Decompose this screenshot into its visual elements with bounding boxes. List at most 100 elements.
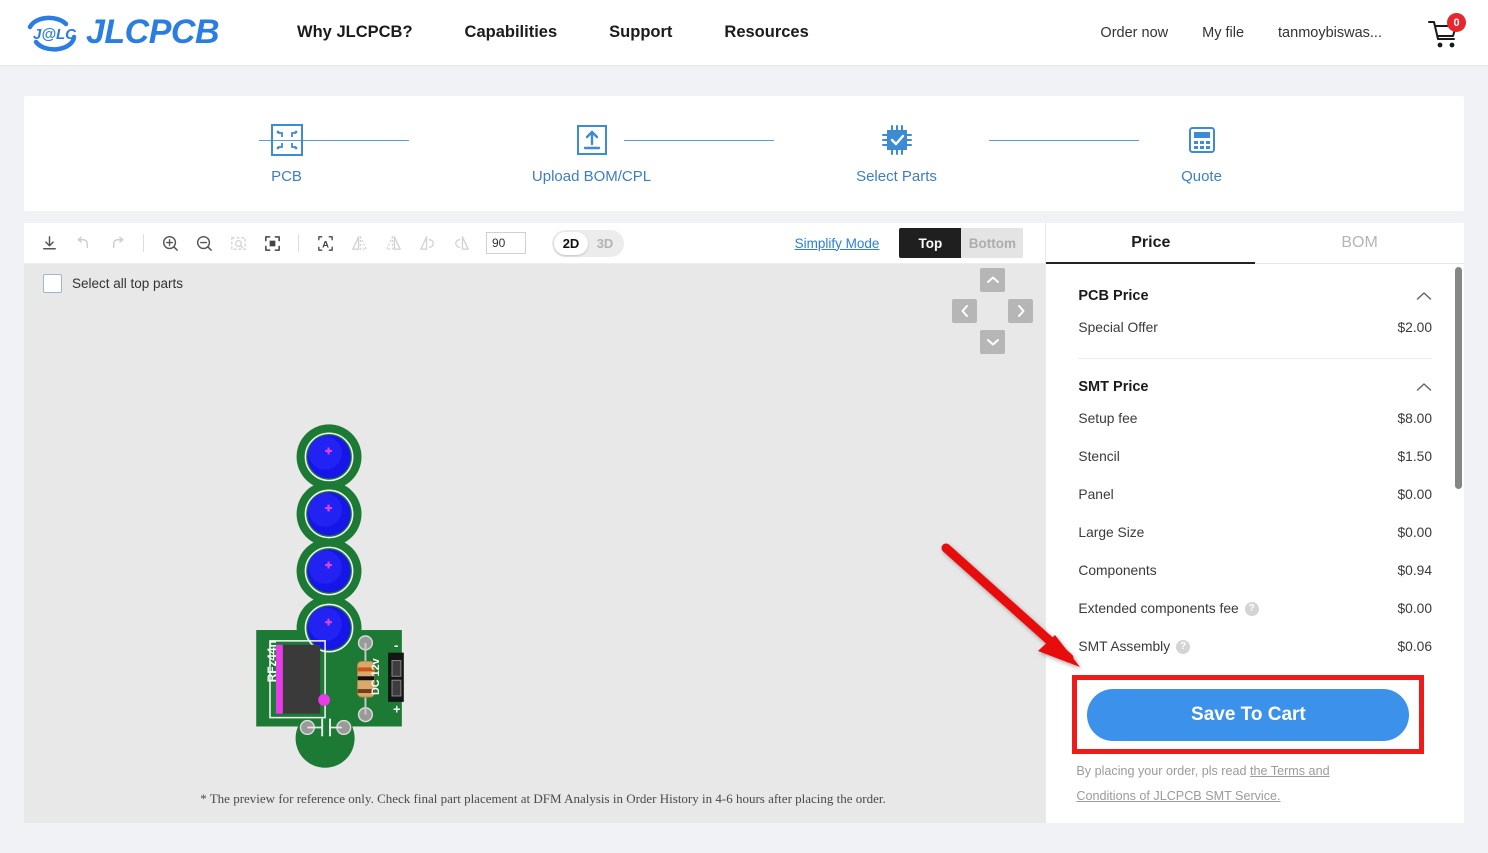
price-panel-body: PCB Price Special Offer $2.00 SMT Price … (1046, 264, 1464, 823)
price-label-stencil: Stencil (1078, 449, 1120, 464)
fit-screen-icon[interactable] (255, 228, 289, 258)
price-group-pcb-title: PCB Price (1078, 288, 1149, 304)
silkscreen-mosfet-label: RFz44n (265, 640, 279, 682)
price-panel-scrollbar[interactable] (1455, 267, 1462, 489)
pan-up-icon[interactable] (980, 268, 1005, 292)
svg-text:J@LC: J@LC (33, 26, 77, 43)
price-row-stencil: Stencil $1.50 (1078, 449, 1432, 464)
upload-icon (576, 124, 607, 155)
rotate-ccw-icon[interactable] (410, 228, 444, 258)
price-label-panel: Panel (1078, 487, 1114, 502)
rotate-cw-icon[interactable] (444, 228, 478, 258)
tab-bom[interactable]: BOM (1255, 223, 1464, 263)
price-value-smt-assembly: $0.06 (1397, 639, 1432, 654)
site-header: J@LC JLCPCB Why JLCPCB? Capabilities Sup… (0, 0, 1488, 66)
jlc-logo-icon: J@LC (27, 15, 77, 52)
price-row-special-offer: Special Offer $2.00 (1078, 320, 1432, 335)
nav-item-account[interactable]: tanmoybiswas... (1278, 25, 1382, 41)
rotation-input[interactable] (486, 232, 526, 254)
tab-price[interactable]: Price (1046, 223, 1256, 264)
download-icon[interactable] (32, 228, 66, 258)
step-select-parts[interactable]: Select Parts (744, 123, 1049, 185)
terms-notice: By placing your order, pls read the Term… (1076, 759, 1376, 809)
zoom-area-icon[interactable] (221, 228, 255, 258)
header-right-nav: Order now My file tanmoybiswas... 0 (1100, 0, 1466, 66)
chevron-up-icon[interactable] (1416, 382, 1432, 392)
step-quote[interactable]: Quote (1049, 123, 1354, 185)
select-all-top-parts[interactable]: Select all top parts (43, 274, 183, 293)
zoom-in-icon[interactable] (153, 228, 187, 258)
step-label-upload: Upload BOM/CPL (531, 167, 652, 185)
help-icon[interactable]: ? (1244, 601, 1259, 616)
chevron-up-icon[interactable] (1416, 291, 1432, 301)
preview-toolbar: A 2D 3D Simplify Mode Top Botto (24, 223, 1046, 264)
silkscreen-dc-label: DC 12v (370, 658, 382, 695)
calculator-icon (1188, 126, 1215, 153)
price-label-large-size: Large Size (1078, 525, 1145, 540)
save-to-cart-highlight: Save To Cart (1072, 675, 1425, 754)
cart-button[interactable]: 0 (1422, 13, 1466, 53)
logo-text: JLCPCB (86, 13, 220, 51)
price-group-smt-header[interactable]: SMT Price (1078, 379, 1432, 395)
flip-vertical-icon[interactable] (376, 228, 410, 258)
price-breakdown: PCB Price Special Offer $2.00 SMT Price … (1048, 264, 1462, 654)
price-row-setup-fee: Setup fee $8.00 (1078, 411, 1432, 426)
pan-down-icon[interactable] (980, 330, 1005, 354)
price-value-setup-fee: $8.00 (1397, 411, 1432, 426)
nav-item-order-now[interactable]: Order now (1100, 25, 1168, 41)
pcb-board-icon (270, 123, 303, 156)
undo-icon[interactable] (66, 228, 100, 258)
nav-item-resources[interactable]: Resources (724, 23, 808, 42)
save-to-cart-button[interactable]: Save To Cart (1087, 688, 1410, 741)
dimension-option-3d[interactable]: 3D (588, 232, 622, 255)
price-panel: Price BOM PCB Price Special Offer $2.00 … (1046, 223, 1464, 823)
pcb-preview-canvas[interactable]: Select all top parts RFz44n DC 12v - + *… (24, 264, 1046, 823)
price-label-setup-fee: Setup fee (1078, 411, 1138, 426)
price-value-panel: $0.00 (1397, 487, 1432, 502)
board-side-toggle: Top Bottom (899, 228, 1024, 258)
price-row-smt-assembly: SMT Assembly ? $0.06 (1078, 639, 1432, 654)
nav-item-capabilities[interactable]: Capabilities (465, 23, 558, 42)
redo-icon[interactable] (100, 228, 134, 258)
step-pcb[interactable]: PCB (134, 123, 439, 185)
price-row-extended-components-fee: Extended components fee ? $0.00 (1078, 601, 1432, 616)
price-bom-tabs: Price BOM (1046, 223, 1464, 264)
nav-item-support[interactable]: Support (609, 23, 672, 42)
workspace: A 2D 3D Simplify Mode Top Botto (24, 223, 1464, 823)
price-row-panel: Panel $0.00 (1078, 487, 1432, 502)
toolbar-divider-1 (143, 234, 144, 252)
flip-horizontal-icon[interactable] (342, 228, 376, 258)
simplify-mode-link[interactable]: Simplify Mode (795, 236, 880, 251)
price-label-components: Components (1078, 563, 1157, 578)
price-value-stencil: $1.50 (1397, 449, 1432, 464)
terms-prefix: By placing your order, pls read (1076, 764, 1250, 778)
select-all-checkbox[interactable] (43, 274, 62, 293)
nav-item-why-jlcpcb[interactable]: Why JLCPCB? (297, 23, 413, 42)
step-label-select-parts: Select Parts (856, 167, 937, 185)
step-label-pcb: PCB (271, 167, 302, 185)
dimension-option-2d[interactable]: 2D (554, 231, 588, 255)
price-value-extended-components-fee: $0.00 (1397, 601, 1432, 616)
pan-left-icon[interactable] (952, 299, 977, 323)
side-option-bottom[interactable]: Bottom (961, 228, 1024, 258)
price-label-extended-components-fee: Extended components fee (1078, 601, 1239, 616)
zoom-out-icon[interactable] (187, 228, 221, 258)
silkscreen-plus-label: + (393, 702, 400, 717)
preview-pane: A 2D 3D Simplify Mode Top Botto (24, 223, 1047, 823)
text-label-icon[interactable]: A (308, 228, 342, 258)
logo[interactable]: J@LC JLCPCB (24, 13, 220, 53)
nav-item-my-file[interactable]: My file (1202, 25, 1244, 41)
help-icon[interactable]: ? (1176, 639, 1191, 654)
svg-text:A: A (322, 239, 329, 250)
price-group-divider (1078, 358, 1432, 359)
stepper-steps: PCB Upload BOM/CPL Select Parts Quote (24, 123, 1464, 185)
price-group-pcb-header[interactable]: PCB Price (1078, 288, 1432, 304)
side-option-top[interactable]: Top (899, 228, 962, 258)
main-nav: Why JLCPCB? Capabilities Support Resourc… (297, 23, 809, 42)
price-label-smt-assembly: SMT Assembly (1078, 639, 1171, 654)
cart-count-badge: 0 (1447, 13, 1466, 32)
price-value-components: $0.94 (1397, 563, 1432, 578)
dimension-toggle: 2D 3D (552, 229, 624, 257)
step-upload-bom-cpl[interactable]: Upload BOM/CPL (439, 123, 744, 185)
pan-right-icon[interactable] (1008, 299, 1033, 323)
